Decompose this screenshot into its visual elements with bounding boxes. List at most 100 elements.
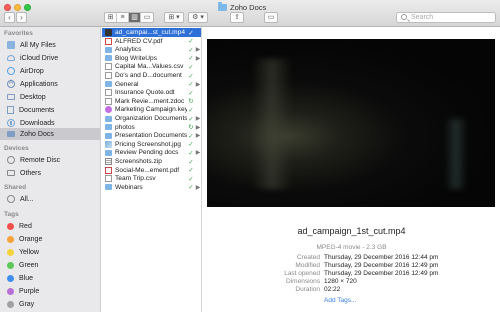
sidebar-item-tag-yellow[interactable]: Yellow	[0, 246, 100, 258]
synced-check-icon: ✓	[188, 149, 194, 157]
folder-icon	[105, 184, 112, 191]
search-field[interactable]: Search	[396, 12, 496, 23]
minimize-window-button[interactable]	[14, 4, 21, 11]
synced-check-icon: ✓	[188, 89, 194, 97]
sidebar-item-documents[interactable]: Documents	[0, 104, 100, 116]
desktop-icon	[7, 94, 15, 100]
preview-file-name: ad_campaign_1st_cut.mp4	[297, 226, 406, 236]
sidebar-item-label: Remote Disc	[20, 156, 61, 164]
column-view-button[interactable]: ▥	[129, 13, 141, 22]
sidebar-item-tag-red[interactable]: Red	[0, 220, 100, 232]
sidebar-item-label: AirDrop	[20, 67, 44, 75]
folder-icon	[105, 132, 112, 139]
shared-header: Shared	[4, 184, 27, 191]
sidebar-item-label: Documents	[19, 106, 55, 114]
search-placeholder: Search	[411, 14, 434, 21]
folder-icon	[105, 46, 112, 53]
pdf-file-icon	[105, 166, 112, 174]
airdrop-icon	[7, 67, 15, 75]
synced-check-icon: ✓	[188, 29, 194, 37]
tag-color-dot-icon	[7, 300, 14, 308]
close-window-button[interactable]	[4, 4, 11, 11]
file-name: Marketing Campaign.key	[115, 106, 187, 114]
meta-key: Dimensions	[286, 278, 320, 285]
folder-icon	[7, 131, 15, 137]
sidebar-item-label: Downloads	[20, 119, 55, 127]
sidebar-item-tag-gray[interactable]: Gray	[0, 298, 100, 310]
preview-kind-size: MPEG-4 movie - 2.3 GB	[316, 244, 387, 251]
synced-check-icon: ✓	[188, 158, 194, 166]
sidebar-item-remote-disc[interactable]: Remote Disc	[0, 154, 100, 166]
arrange-button[interactable]: ⊞ ▾	[164, 12, 184, 23]
icon-view-button[interactable]: ⊞	[105, 13, 117, 22]
folder-icon	[105, 124, 112, 131]
synced-check-icon: ✓	[188, 72, 194, 80]
file-name: ad_campai...st_cut.mp4	[115, 29, 186, 36]
synced-check-icon: ✓	[188, 106, 194, 114]
sidebar-item-airdrop[interactable]: AirDrop	[0, 65, 100, 77]
meta-value: Thursday, 29 December 2016 12:49 pm	[324, 270, 439, 277]
disclosure-arrow-icon: ▶	[195, 116, 201, 122]
sidebar-item-label: iCloud Drive	[20, 54, 59, 62]
file-name: Team Trip.csv	[115, 175, 156, 183]
meta-key: Created	[296, 254, 320, 261]
sidebar-item-tag-purple[interactable]: Purple	[0, 285, 100, 297]
synced-check-icon: ✓	[188, 184, 194, 192]
share-button[interactable]: ⇪	[230, 12, 244, 23]
sidebar-item-tag-blue[interactable]: Blue	[0, 272, 100, 284]
sidebar-item-zoho-docs[interactable]: Zoho Docs	[0, 128, 100, 140]
meta-value: Thursday, 29 December 2016 12:49 pm	[324, 262, 439, 269]
file-name: photos	[115, 123, 135, 131]
sidebar: Favorites All My Files iCloud Drive AirD…	[0, 27, 101, 312]
sidebar-item-tag-orange[interactable]: Orange	[0, 233, 100, 245]
synced-check-icon: ✓	[188, 115, 194, 123]
drive-icon	[7, 170, 15, 176]
file-name: ALFRED CV.pdf	[115, 37, 163, 45]
sidebar-item-desktop[interactable]: Desktop	[0, 91, 100, 103]
window-title: Zoho Docs	[218, 2, 266, 12]
disclosure-arrow-icon: ▶	[195, 133, 201, 140]
sidebar-item-applications[interactable]: Applications	[0, 78, 100, 90]
back-button[interactable]: ‹	[4, 12, 15, 23]
add-tags-link[interactable]: Add Tags...	[324, 297, 356, 304]
sidebar-item-label: Gray	[19, 300, 35, 308]
sidebar-item-all-my-files[interactable]: All My Files	[0, 39, 100, 51]
disclosure-arrow-icon: ▶	[195, 150, 201, 157]
file-name: Insurance Quote.odt	[115, 89, 175, 97]
disclosure-arrow-icon: ▶	[195, 47, 201, 54]
favorites-header: Favorites	[4, 30, 33, 37]
file-name: General	[115, 80, 139, 88]
meta-key: Modified	[295, 262, 320, 269]
file-name: Review Pending docs	[115, 149, 179, 157]
action-gear-button[interactable]: ⚙ ▾	[188, 12, 208, 23]
file-name: Analytics	[115, 46, 142, 54]
sidebar-item-icloud-drive[interactable]: iCloud Drive	[0, 52, 100, 64]
sidebar-item-shared-all[interactable]: All...	[0, 193, 100, 205]
synced-check-icon: ✓	[188, 38, 194, 46]
file-name: Presentation Documents	[115, 132, 187, 140]
video-preview[interactable]	[207, 39, 495, 207]
cover-flow-button[interactable]: ▭	[141, 13, 153, 22]
file-name: Organization Documents	[115, 115, 187, 122]
sidebar-item-label: Desktop	[20, 93, 46, 101]
list-view-button[interactable]: ≡	[117, 13, 129, 22]
file-name: Do's and D...document	[115, 72, 182, 79]
sidebar-item-label: Orange	[19, 235, 43, 243]
file-name: Webinars	[115, 183, 143, 191]
sidebar-item-label: All...	[20, 195, 34, 203]
file-name: Capital Ma...Values.csv	[115, 63, 184, 71]
folder-row[interactable]: Webinars ✓ ▶	[102, 183, 201, 192]
edit-tags-button[interactable]: ▭	[264, 12, 278, 23]
sidebar-item-tag-green[interactable]: Green	[0, 259, 100, 271]
meta-value: Thursday, 29 December 2016 12:44 pm	[324, 254, 439, 261]
file-name: Pricing Screenshot.jpg	[115, 140, 181, 148]
synced-check-icon: ✓	[188, 132, 194, 140]
forward-button[interactable]: ›	[16, 12, 27, 23]
tag-color-dot-icon	[7, 235, 14, 243]
sidebar-item-others[interactable]: Others	[0, 167, 100, 179]
maximize-window-button[interactable]	[24, 4, 31, 11]
network-icon	[7, 195, 15, 203]
synced-check-icon: ✓	[188, 63, 194, 71]
file-name: Mark Revie...ment.zdoc	[115, 97, 185, 105]
synced-check-icon: ✓	[188, 81, 194, 89]
